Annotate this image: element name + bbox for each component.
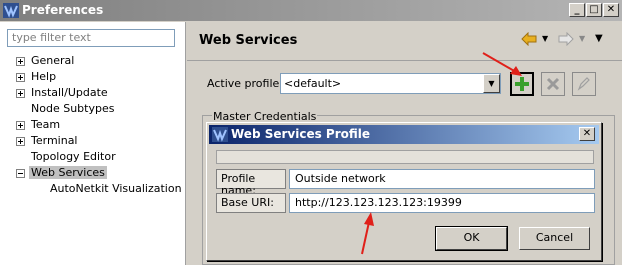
dialog-message-area [216, 150, 594, 164]
tree-item-install-update[interactable]: Install/Update [0, 85, 108, 101]
edit-pencil-icon [577, 77, 590, 91]
tree-item-label: General [31, 54, 75, 67]
expand-icon[interactable] [16, 57, 25, 66]
back-arrow-icon[interactable] [521, 32, 537, 46]
base-uri-label: Base URI: [216, 193, 286, 213]
chevron-down-icon[interactable]: ▼ [483, 74, 500, 93]
cancel-button[interactable]: Cancel [519, 227, 590, 250]
close-button[interactable]: ✕ [603, 3, 619, 17]
tree-item-help[interactable]: Help [0, 69, 56, 85]
tree-item-web-services[interactable]: Web Services [0, 165, 107, 181]
tree-item-general[interactable]: General [0, 53, 74, 69]
back-dropdown-icon[interactable]: ▼ [542, 32, 548, 46]
base-uri-field[interactable]: http://123.123.123.123:19399 [289, 193, 595, 213]
tree-item-autonetkit-visualization[interactable]: AutoNetkit Visualization [50, 181, 182, 197]
remove-profile-button[interactable] [541, 72, 565, 96]
active-profile-label: Active profile: [207, 77, 283, 90]
maximize-button[interactable]: □ [586, 3, 602, 17]
tree-item-label: Help [31, 70, 57, 83]
tree-item-label: Install/Update [31, 86, 108, 99]
expand-icon[interactable] [16, 89, 25, 98]
profile-name-label: Profile name: [216, 169, 286, 197]
dialog-titlebar: Web Services Profile ✕ [209, 125, 599, 144]
active-profile-value: <default> [284, 77, 342, 90]
view-menu-icon[interactable]: ▼ [595, 32, 603, 46]
tree-item-label: Team [31, 118, 61, 131]
tree-item-label: Topology Editor [31, 150, 116, 163]
profile-name-field[interactable]: Outside network [289, 169, 595, 189]
active-profile-select[interactable]: <default> ▼ [280, 73, 501, 94]
page-title: Web Services [199, 33, 298, 48]
preferences-tree-pane: type filter text General Help Install/Upda… [0, 22, 186, 265]
edit-profile-button[interactable] [572, 72, 596, 96]
expand-icon[interactable] [16, 73, 25, 82]
forward-dropdown-icon[interactable]: ▼ [579, 32, 585, 46]
delete-icon [546, 77, 560, 91]
tree-item-node-subtypes[interactable]: Node Subtypes [0, 101, 114, 117]
filter-input[interactable]: type filter text [7, 29, 175, 47]
web-services-profile-dialog: Web Services Profile ✕ Profile name: Out… [206, 122, 602, 261]
expand-icon[interactable] [16, 121, 25, 130]
header-separator [187, 60, 622, 61]
tree-item-label: AutoNetkit Visualization [50, 182, 182, 195]
forward-arrow-icon[interactable] [558, 32, 574, 46]
expand-icon[interactable] [16, 137, 25, 146]
collapse-icon[interactable] [16, 169, 25, 178]
tree-item-label: Terminal [31, 134, 78, 147]
app-icon [3, 3, 19, 18]
dialog-title: Web Services Profile [231, 127, 371, 141]
ok-button[interactable]: OK [435, 226, 508, 251]
window-titlebar: Preferences _ □ ✕ [0, 0, 622, 21]
add-icon [515, 77, 529, 91]
tree-item-topology-editor[interactable]: Topology Editor [0, 149, 116, 165]
tree-item-terminal[interactable]: Terminal [0, 133, 78, 149]
add-profile-button[interactable] [510, 72, 534, 96]
tree-item-label: Node Subtypes [31, 102, 115, 115]
tree-item-label: Web Services [29, 166, 107, 179]
minimize-button[interactable]: _ [569, 3, 585, 17]
dialog-app-icon [212, 127, 228, 142]
window-title: Preferences [22, 3, 104, 17]
dialog-close-button[interactable]: ✕ [579, 127, 595, 141]
tree-item-team[interactable]: Team [0, 117, 60, 133]
